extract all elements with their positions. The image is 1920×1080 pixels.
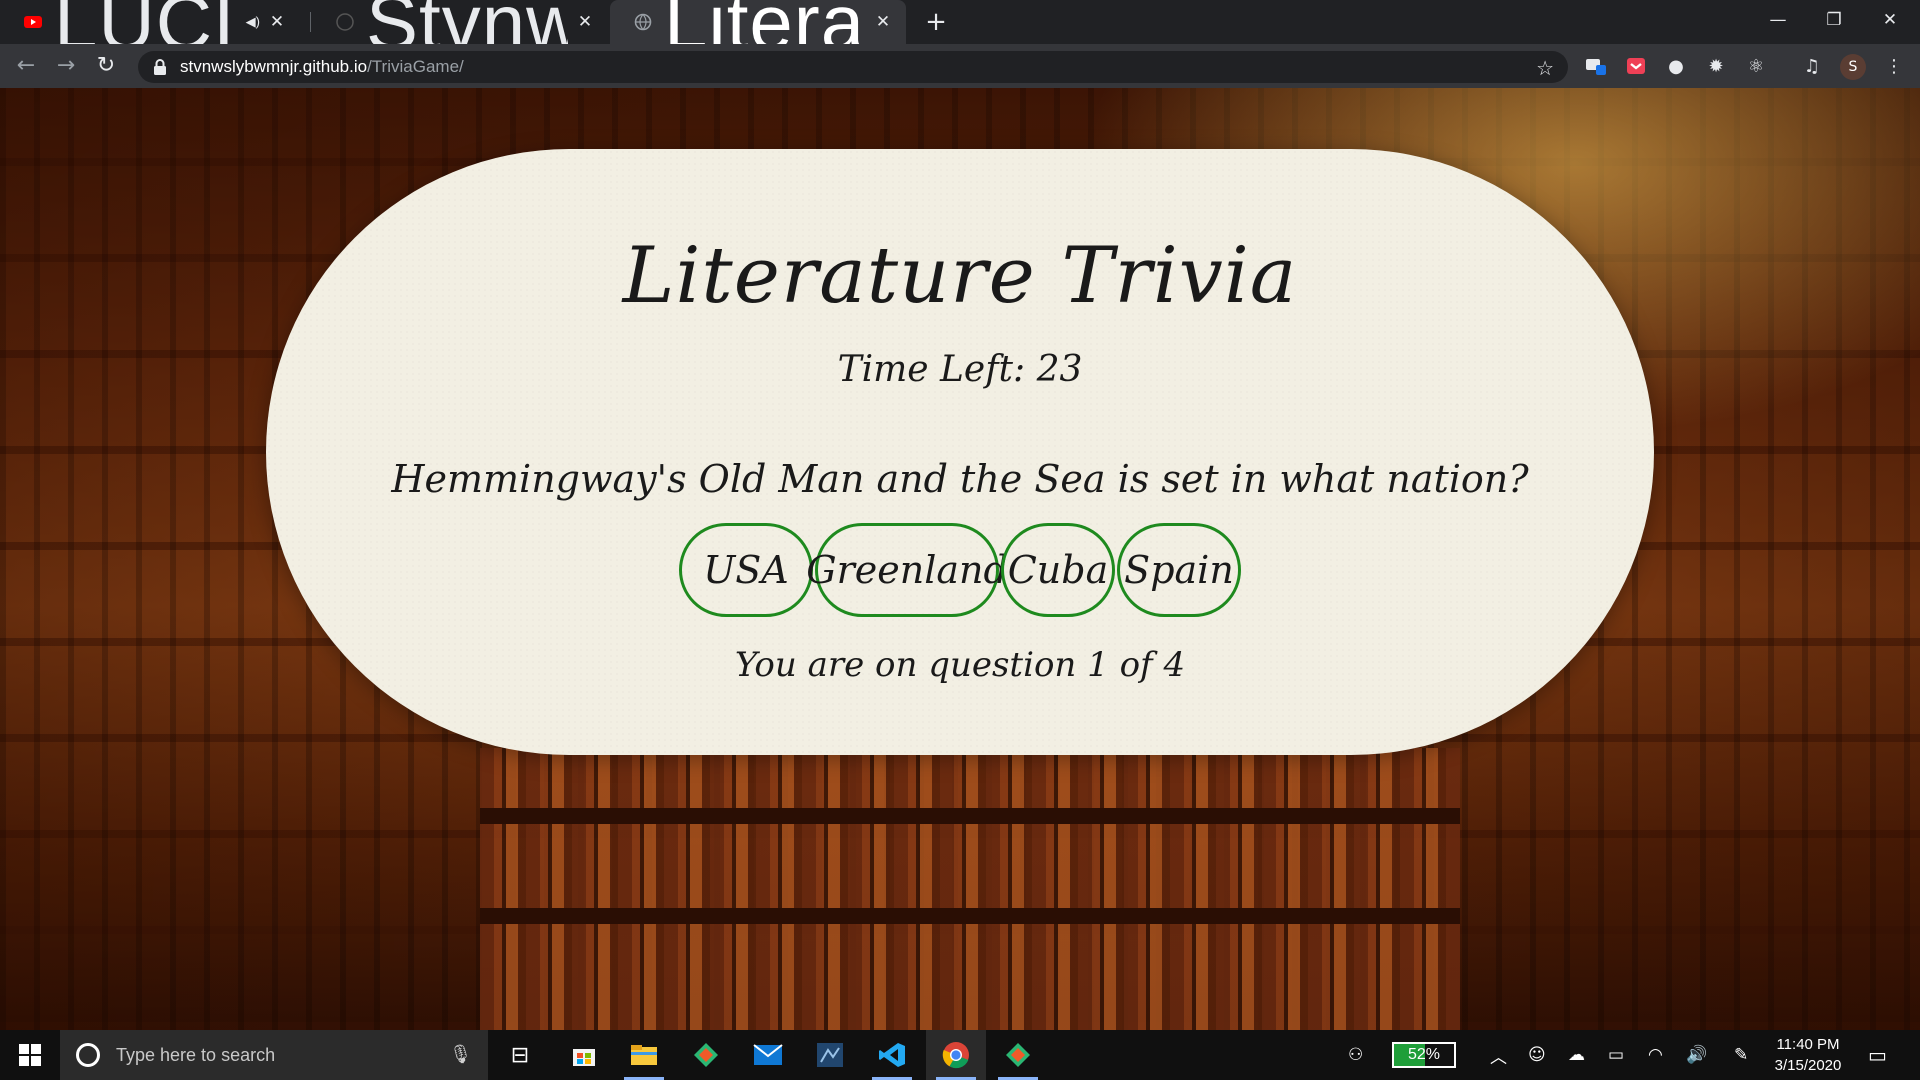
task-view-icon[interactable]: ⊟ — [490, 1030, 550, 1080]
mysql-workbench-icon[interactable] — [800, 1030, 860, 1080]
circle-extension-icon[interactable]: ● — [1664, 54, 1688, 78]
question-text: Hemmingway's Old Man and the Sea is set … — [391, 457, 1529, 501]
background-bookshelves — [480, 748, 1460, 1030]
browser-toolbar: ← → ↻ stvnwslybwmnjr.github.io/TriviaGam… — [0, 44, 1920, 88]
tab-divider — [310, 12, 311, 32]
windows-logo-icon — [19, 1044, 41, 1066]
game-title: Literature Trivia — [622, 231, 1298, 321]
answer-button-spain[interactable]: Spain — [1117, 523, 1241, 617]
battery-tray-icon[interactable]: ▭ — [1608, 1030, 1624, 1080]
close-window-button[interactable]: ✕ — [1862, 0, 1918, 40]
tab-github[interactable]: Stvnwslybwmnjr/TriviaGame ✕ — [312, 0, 608, 66]
start-button[interactable] — [0, 1030, 60, 1080]
chevron-up-icon[interactable]: ︿ — [1490, 1030, 1507, 1080]
discord-icon[interactable]: ☺ — [1528, 1030, 1546, 1080]
page-viewport: Literature Trivia Time Left: 23 Hemmingw… — [0, 88, 1920, 1030]
pocket-icon[interactable] — [1624, 54, 1648, 78]
question-progress: You are on question 1 of 4 — [734, 645, 1186, 685]
store-icon[interactable] — [554, 1030, 614, 1080]
back-button[interactable]: ← — [10, 50, 42, 82]
globe-icon — [634, 13, 652, 31]
git-kraken-icon-2[interactable] — [988, 1030, 1048, 1080]
url-host: stvnwslybwmnjr.github.io — [180, 57, 368, 76]
close-tab-icon[interactable]: ✕ — [268, 13, 286, 31]
tab-strip: LUCIFER - Dreamer (OFFICIAL ◀) ✕ Stvnwsl… — [0, 0, 1920, 66]
react-devtools-icon[interactable]: ⚛ — [1744, 54, 1768, 78]
timer-label: Time Left: — [837, 349, 1026, 390]
restore-button[interactable]: ❐ — [1806, 0, 1862, 40]
people-icon[interactable]: ⚇ — [1348, 1030, 1363, 1080]
youtube-icon — [24, 16, 42, 28]
clock-date: 3/15/2020 — [1774, 1057, 1842, 1074]
answer-button-greenland[interactable]: Greenland — [806, 523, 1008, 617]
cortana-icon — [76, 1043, 100, 1067]
battery-meter[interactable]: 52% — [1392, 1042, 1456, 1068]
close-tab-icon[interactable]: ✕ — [576, 13, 594, 31]
timer: Time Left: 23 — [266, 349, 1654, 390]
battery-percent: 52% — [1407, 1046, 1441, 1063]
git-kraken-icon[interactable] — [676, 1030, 736, 1080]
chrome-icon[interactable] — [926, 1030, 986, 1080]
gear-extension-icon[interactable]: ✹ — [1704, 54, 1728, 78]
tab-literature-trivia[interactable]: Literature Trivia ✕ — [610, 0, 906, 66]
background-shelf — [480, 908, 1460, 924]
timer-value: 23 — [1036, 349, 1083, 390]
onedrive-icon[interactable]: ☁ — [1568, 1030, 1585, 1080]
reload-button[interactable]: ↻ — [90, 50, 122, 82]
background-shelf — [480, 808, 1460, 824]
answer-button-usa[interactable]: USA — [679, 523, 813, 617]
answer-options: USA Greenland Cuba Spain — [266, 523, 1654, 617]
minimize-button[interactable]: — — [1750, 0, 1806, 40]
bookmark-star-icon[interactable]: ☆ — [1536, 56, 1554, 81]
clock-time: 11:40 PM — [1776, 1036, 1840, 1053]
new-tab-button[interactable]: + — [920, 6, 952, 38]
taskbar-search[interactable]: Type here to search 🎙 — [60, 1030, 488, 1080]
profile-avatar[interactable]: S — [1840, 54, 1866, 80]
address-bar[interactable]: stvnwslybwmnjr.github.io/TriviaGame/ ☆ — [138, 51, 1568, 83]
pen-icon[interactable]: ✎ — [1734, 1030, 1748, 1080]
lock-icon — [154, 59, 166, 75]
github-icon — [336, 13, 354, 31]
notifications-icon[interactable]: ▭ — [1868, 1030, 1887, 1080]
wifi-icon[interactable]: ◠ — [1648, 1030, 1663, 1080]
media-controls-icon[interactable]: ♫ — [1800, 54, 1824, 78]
file-explorer-icon[interactable] — [614, 1030, 674, 1080]
forward-button[interactable]: → — [50, 50, 82, 82]
menu-dots-icon[interactable]: ⋮ — [1882, 54, 1906, 78]
tab-youtube[interactable]: LUCIFER - Dreamer (OFFICIAL ◀) ✕ — [0, 0, 300, 66]
mail-icon[interactable] — [738, 1030, 798, 1080]
answer-button-cuba[interactable]: Cuba — [1001, 523, 1115, 617]
close-tab-icon[interactable]: ✕ — [874, 13, 892, 31]
vscode-icon[interactable] — [862, 1030, 922, 1080]
url-path: /TriviaGame/ — [367, 57, 464, 76]
system-clock[interactable]: 11:40 PM 3/15/2020 — [1758, 1034, 1858, 1076]
microphone-icon[interactable]: 🎙 — [449, 1044, 472, 1065]
volume-icon[interactable]: 🔊 — [1686, 1030, 1707, 1080]
trivia-card: Literature Trivia Time Left: 23 Hemmingw… — [266, 149, 1654, 755]
search-placeholder: Type here to search — [116, 1044, 276, 1065]
speaker-icon[interactable]: ◀) — [246, 14, 260, 30]
windows-taskbar: Type here to search 🎙 ⊟ ⚇ 52% ︿ ☺ ☁ ▭ ◠ … — [0, 1030, 1920, 1080]
extension-icon[interactable] — [1584, 54, 1608, 78]
